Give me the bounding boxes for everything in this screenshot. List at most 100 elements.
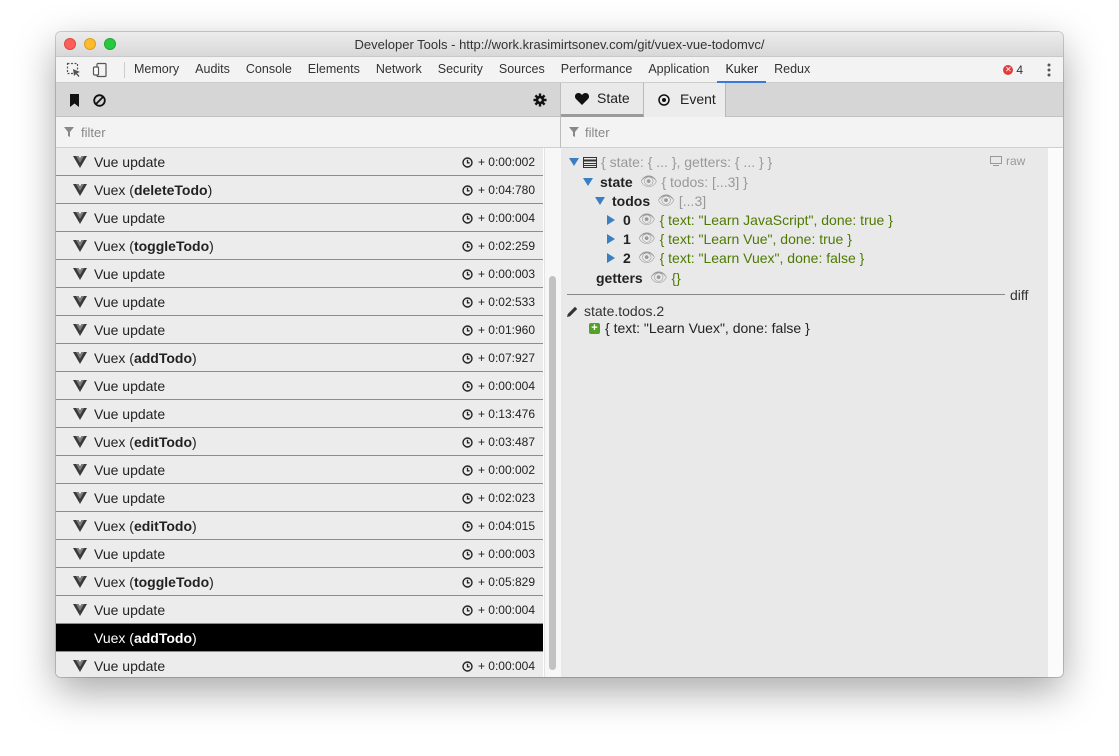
tab-sources[interactable]: Sources — [491, 57, 553, 83]
event-time-value: + 0:07:927 — [477, 351, 535, 365]
clear-icon[interactable] — [93, 94, 106, 107]
event-row[interactable]: Vue update + 0:01:960 — [56, 316, 543, 344]
eye-icon[interactable]: 👁 — [650, 269, 668, 286]
clock-icon — [462, 268, 473, 280]
event-time: + 0:00:002 — [462, 463, 535, 477]
todo-index: 2 — [623, 249, 631, 266]
event-row[interactable]: Vuex (editTodo) + 0:04:015 — [56, 512, 543, 540]
device-toolbar-icon[interactable] — [92, 62, 108, 78]
event-row[interactable]: Vue update + 0:00:004 — [56, 204, 543, 232]
tab-redux[interactable]: Redux — [766, 57, 818, 83]
todo-item[interactable]: 1 👁 { text: "Learn Vue", done: true } — [607, 230, 852, 247]
vue-logo-icon — [73, 184, 87, 196]
event-type: Vue update — [94, 210, 166, 226]
event-type: Vuex ( — [94, 630, 134, 646]
eye-icon[interactable]: 👁 — [638, 249, 656, 266]
event-row[interactable]: Vue update + 0:00:003 — [56, 260, 543, 288]
state-filter[interactable]: filter — [561, 117, 1063, 148]
todo-item[interactable]: 2 👁 { text: "Learn Vuex", done: false } — [607, 249, 864, 266]
clock-icon — [462, 660, 473, 672]
event-row[interactable]: Vue update + 0:00:004 — [56, 372, 543, 400]
event-time: + 0:03:487 — [462, 435, 535, 449]
collapse-arrow-icon[interactable] — [607, 252, 615, 263]
events-filter-input[interactable]: filter — [81, 125, 106, 140]
event-row[interactable]: Vue update + 0:00:003 — [56, 540, 543, 568]
tab-memory[interactable]: Memory — [126, 57, 187, 83]
event-time-value: + 0:00:003 — [477, 267, 535, 281]
todo-item[interactable]: 0 👁 { text: "Learn JavaScript", done: tr… — [607, 211, 893, 228]
expand-arrow-icon[interactable] — [569, 158, 579, 166]
eye-icon[interactable]: 👁 — [657, 192, 675, 209]
collapse-arrow-icon[interactable] — [607, 214, 615, 225]
todo-value: { text: "Learn JavaScript", done: true } — [659, 211, 893, 228]
vue-logo-icon — [73, 352, 87, 364]
events-scrollbar-thumb[interactable] — [549, 276, 556, 670]
inspect-element-icon[interactable] — [66, 62, 82, 78]
event-time: + 0:00:004 — [462, 603, 535, 617]
event-row[interactable]: Vuex (deleteTodo) + 0:04:780 — [56, 176, 543, 204]
tree-root[interactable]: { state: { ... }, getters: { ... } } — [569, 154, 772, 170]
panel-tabs: Memory Audits Console Elements Network S… — [126, 57, 818, 83]
close-window-button[interactable] — [64, 38, 76, 50]
event-row[interactable]: Vue update + 0:00:004 — [56, 652, 543, 677]
more-options-icon[interactable] — [1047, 62, 1051, 78]
tab-event[interactable]: Event — [644, 83, 726, 117]
event-action: addTodo — [133, 350, 193, 366]
tab-elements[interactable]: Elements — [300, 57, 368, 83]
tab-state[interactable]: State — [561, 83, 644, 117]
tab-application[interactable]: Application — [640, 57, 717, 83]
event-row[interactable]: Vue update + 0:13:476 — [56, 400, 543, 428]
minimize-window-button[interactable] — [84, 38, 96, 50]
tab-performance[interactable]: Performance — [553, 57, 641, 83]
event-row[interactable]: Vue update + 0:02:023 — [56, 484, 543, 512]
event-action: toggleTodo — [133, 574, 210, 590]
plus-icon: + — [589, 322, 600, 334]
vue-logo-icon — [73, 464, 87, 476]
events-scrollbar[interactable] — [544, 148, 561, 677]
todo-index: 1 — [623, 230, 631, 247]
state-scrollbar[interactable] — [1048, 148, 1063, 677]
tab-security[interactable]: Security — [430, 57, 491, 83]
event-type: Vue update — [94, 490, 166, 506]
event-row[interactable]: Vue update + 0:00:002 — [56, 456, 543, 484]
events-filter[interactable]: filter — [56, 117, 560, 148]
event-row[interactable]: Vuex (addTodo) + 0:07:927 — [56, 344, 543, 372]
root-summary: { state: { ... }, getters: { ... } } — [601, 154, 773, 170]
bookmark-icon[interactable] — [69, 94, 80, 107]
error-counter[interactable]: ✕ 4 — [1003, 63, 1023, 77]
expand-arrow-icon[interactable] — [595, 196, 605, 205]
getters-value: {} — [671, 269, 681, 286]
event-action-suffix: ) — [192, 518, 197, 534]
maximize-window-button[interactable] — [104, 38, 116, 50]
collapse-arrow-icon[interactable] — [607, 233, 615, 244]
window-title: Developer Tools - http://work.krasimirts… — [354, 37, 765, 52]
todos-node[interactable]: todos 👁 [...3] — [595, 192, 706, 209]
tab-audits[interactable]: Audits — [187, 57, 238, 83]
state-filter-input[interactable]: filter — [585, 125, 610, 140]
event-row[interactable]: Vuex (toggleTodo) + 0:05:829 — [56, 568, 543, 596]
event-row[interactable]: Vuex (toggleTodo) + 0:02:259 — [56, 232, 543, 260]
todos-summary: [...3] — [678, 192, 707, 209]
state-node[interactable]: state 👁 { todos: [...3] } — [583, 173, 748, 190]
eye-icon[interactable]: 👁 — [638, 230, 656, 247]
event-type: Vue update — [94, 266, 166, 282]
event-label: Vue update — [94, 154, 165, 170]
event-label: Vuex (editTodo) — [94, 434, 197, 450]
eye-icon[interactable]: 👁 — [638, 211, 656, 228]
event-row[interactable]: Vue update + 0:00:002 — [56, 148, 543, 176]
event-row[interactable]: Vuex (editTodo) + 0:03:487 — [56, 428, 543, 456]
tab-network[interactable]: Network — [368, 57, 430, 83]
event-row[interactable]: Vue update + 0:02:533 — [56, 288, 543, 316]
event-time: + 0:00:002 — [462, 155, 535, 169]
expand-arrow-icon[interactable] — [583, 177, 593, 186]
event-row[interactable]: Vue update + 0:00:004 — [56, 596, 543, 624]
event-row-selected[interactable]: Vuex (addTodo) — [56, 624, 543, 652]
getters-node[interactable]: getters 👁 {} — [596, 269, 681, 286]
settings-gear-icon[interactable] — [533, 93, 547, 107]
eye-icon[interactable]: 👁 — [640, 173, 658, 190]
tab-console[interactable]: Console — [238, 57, 300, 83]
event-label: Vue update — [94, 462, 165, 478]
raw-toggle[interactable]: raw — [990, 154, 1025, 168]
tab-kuker[interactable]: Kuker — [717, 57, 767, 83]
event-label: Vue update — [94, 266, 165, 282]
